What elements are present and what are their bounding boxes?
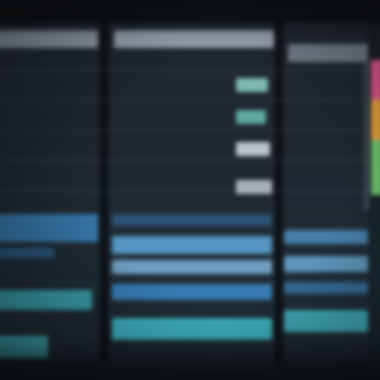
highlighted-row[interactable] [112,260,272,274]
row-separator [0,130,368,131]
left-column-header [0,30,98,48]
vertical-scrollbar[interactable] [364,60,369,210]
screen-content [0,0,380,380]
row-separator [0,70,368,71]
row-separator [0,190,368,191]
pane-divider-left[interactable] [100,22,108,362]
color-tag-pink [371,60,380,100]
row-separator [0,100,368,101]
row-cell[interactable] [112,214,272,226]
row-separator [0,160,368,161]
highlighted-row[interactable] [284,310,368,332]
selected-row[interactable] [0,214,98,242]
right-column-header [288,44,368,62]
center-column-header [114,30,274,48]
color-tag-orange [371,100,380,140]
highlighted-row[interactable] [284,256,368,272]
blurred-spreadsheet-screen [0,0,380,380]
highlighted-row[interactable] [112,318,272,340]
row-cell[interactable] [0,248,54,258]
status-cell[interactable] [236,142,270,156]
selected-row[interactable] [112,236,272,254]
highlighted-row[interactable] [112,284,272,300]
row-cell[interactable] [284,230,368,244]
highlighted-row[interactable] [284,282,368,294]
highlighted-row[interactable] [0,336,48,358]
status-cell[interactable] [236,78,268,92]
status-cell[interactable] [236,180,272,194]
status-cell[interactable] [236,110,266,124]
color-tag-green [371,140,380,195]
left-pane [0,22,98,362]
top-toolbar [0,0,380,22]
pane-divider-right[interactable] [275,22,283,362]
highlighted-row[interactable] [0,290,92,310]
